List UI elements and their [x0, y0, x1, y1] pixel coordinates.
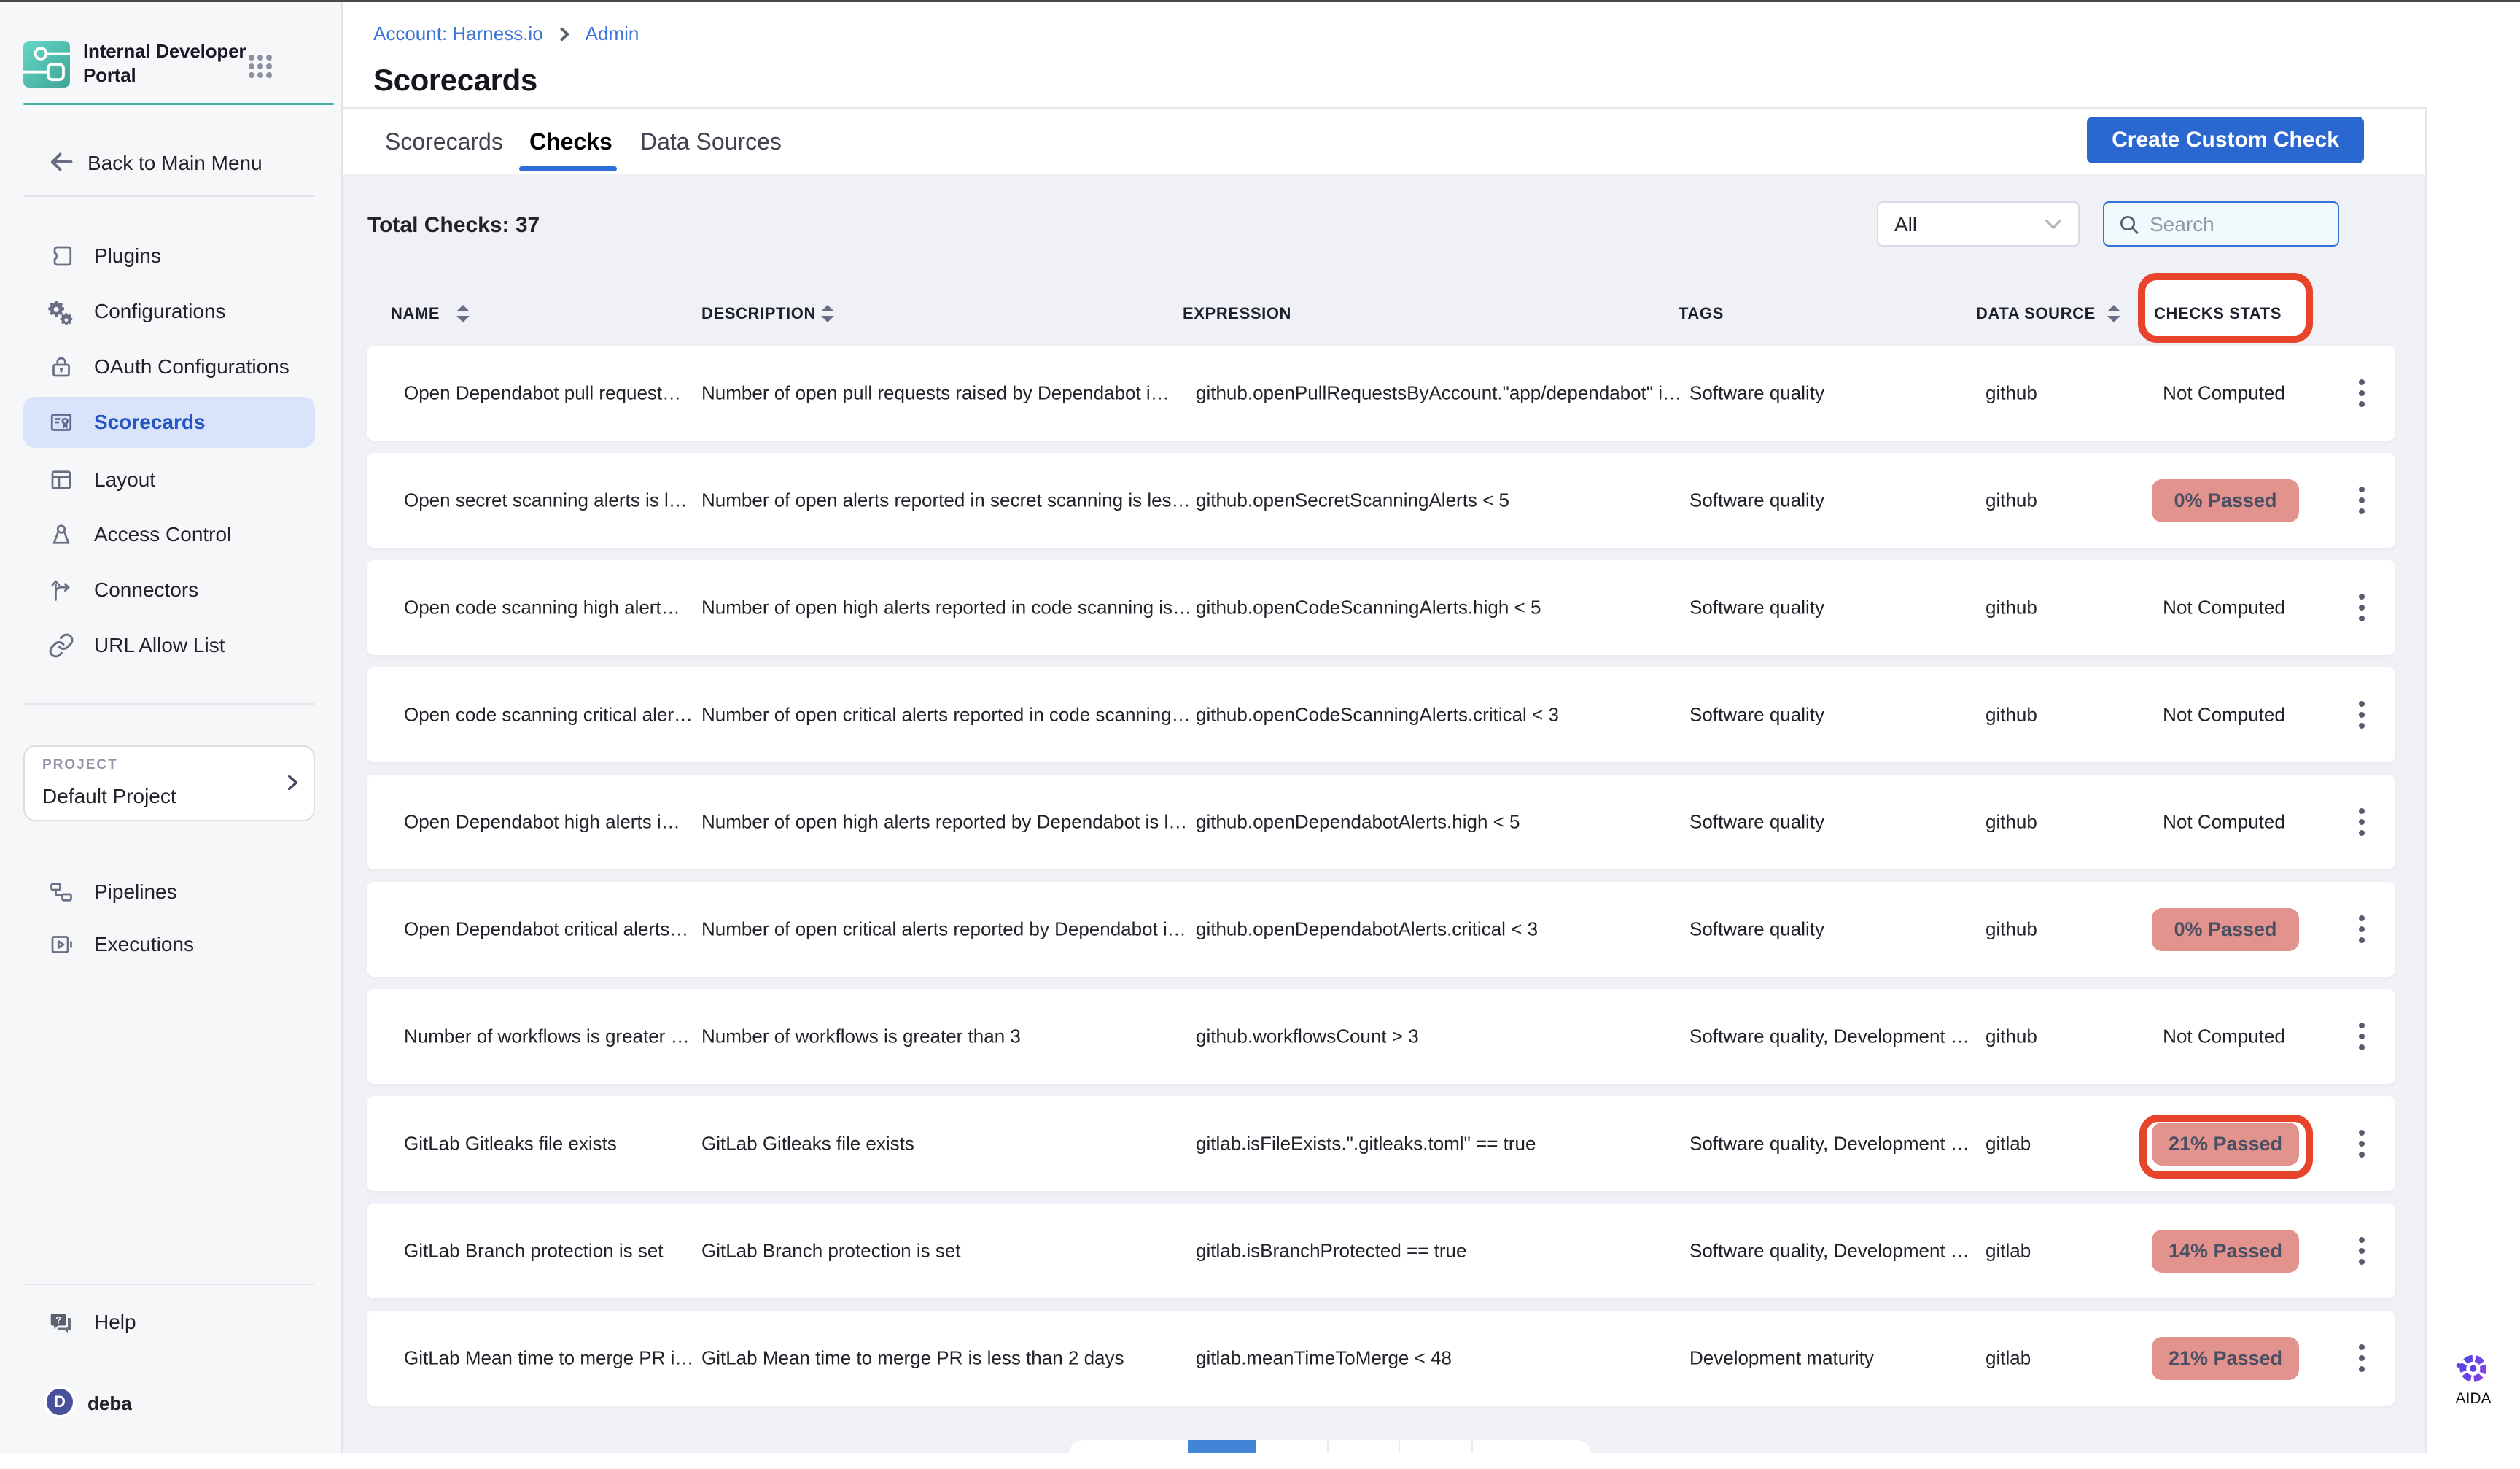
- svg-text:?: ?: [55, 1315, 61, 1326]
